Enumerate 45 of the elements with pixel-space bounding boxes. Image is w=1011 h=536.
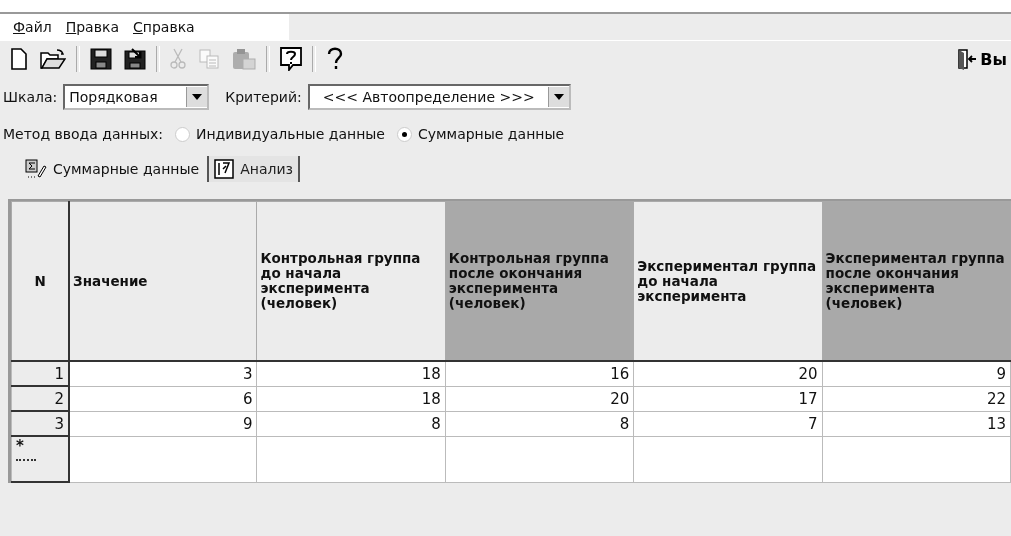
row-header[interactable]: 1 <box>11 361 70 386</box>
radio-button[interactable] <box>396 126 412 142</box>
column-header[interactable]: N <box>11 201 70 361</box>
table-cell[interactable]: 18 <box>257 386 446 411</box>
help-icon[interactable] <box>280 47 302 71</box>
new-row-marker[interactable]: * <box>11 436 70 482</box>
field-label: Критерий: <box>225 89 302 105</box>
menu-item[interactable]: Правка <box>58 19 126 35</box>
field-label: Метод ввода данных: <box>3 126 163 142</box>
column-header[interactable]: Экспериментал группа после окончания эксперимента (человек) <box>822 201 1011 361</box>
sigma-pencil-icon <box>25 159 47 179</box>
question-mark-icon[interactable] <box>326 47 344 71</box>
folder-icon[interactable] <box>40 48 66 70</box>
table-cell[interactable]: 20 <box>633 361 823 386</box>
row-header[interactable]: 3 <box>11 411 70 436</box>
radio-label[interactable]: Индивидуальные данные <box>195 126 385 142</box>
menu-item[interactable]: Файл <box>6 19 59 35</box>
table-cell[interactable]: 6 <box>69 386 257 411</box>
radio-label[interactable]: Суммарные данные <box>417 126 565 142</box>
menu-item[interactable]: Справка <box>126 19 202 35</box>
door-arrow-icon <box>957 48 978 70</box>
new-file-icon[interactable] <box>10 48 28 70</box>
table-cell[interactable]: 3 <box>69 361 257 386</box>
column-header[interactable]: Контрольная группа до начала эксперимента (человек) <box>257 201 446 361</box>
table-cell[interactable]: 7 <box>633 411 823 436</box>
table-cell[interactable]: 8 <box>445 411 634 436</box>
column-header[interactable]: Контрольная группа после окончания эксперимента (человек) <box>445 201 634 361</box>
table-cell[interactable]: 16 <box>445 361 634 386</box>
radio-button[interactable] <box>174 126 190 142</box>
table-cell[interactable]: 22 <box>822 386 1011 411</box>
row-header[interactable]: 2 <box>11 386 70 411</box>
table-cell[interactable]: 18 <box>257 361 446 386</box>
column-header[interactable]: Экспериментал группа до начала эксперимента <box>633 201 823 361</box>
field-label: Шкала: <box>3 89 58 105</box>
exit-button[interactable]: Вы <box>957 48 1007 70</box>
table-cell[interactable]: 20 <box>445 386 634 411</box>
criterion-dropdown[interactable]: <<< Автоопределение >>> <box>307 84 571 110</box>
table-cell[interactable]: 8 <box>257 411 446 436</box>
table-cell[interactable]: 9 <box>822 361 1011 386</box>
column-header[interactable]: Значение <box>69 201 257 361</box>
tab[interactable]: Анализ <box>209 156 300 182</box>
table-cell[interactable]: 17 <box>633 386 823 411</box>
table-cell[interactable]: 13 <box>822 411 1011 436</box>
table-cell[interactable]: 9 <box>69 411 257 436</box>
scale-dropdown[interactable]: Порядковая <box>63 84 210 110</box>
